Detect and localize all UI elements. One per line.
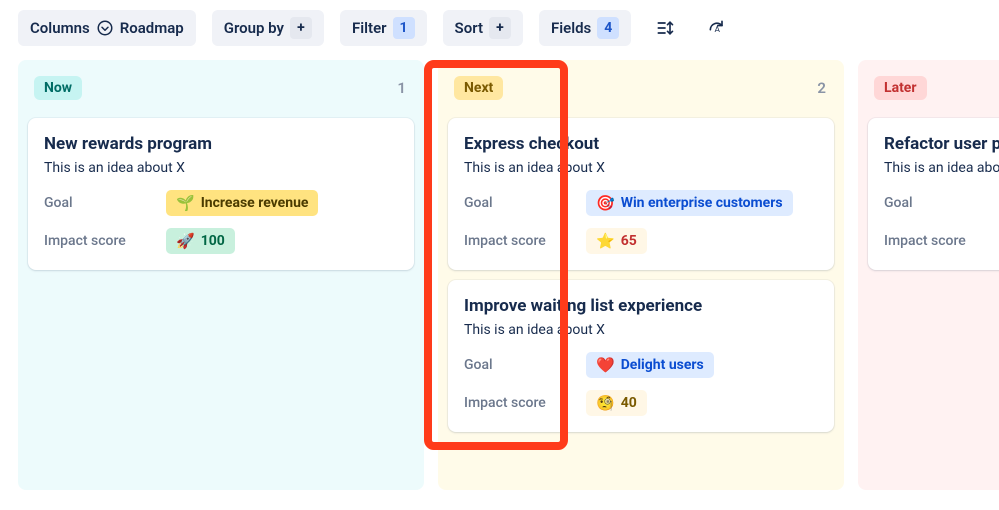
impact-label: Impact score bbox=[464, 395, 574, 411]
impact-score: 100 bbox=[201, 233, 225, 249]
impact-label: Impact score bbox=[44, 233, 154, 249]
field-row-impact: Impact score 🚀 100 bbox=[44, 224, 398, 258]
columns-label: Columns bbox=[30, 19, 90, 37]
star-icon: ⭐ bbox=[596, 232, 615, 250]
group-by-button[interactable]: Group by + bbox=[212, 10, 324, 46]
target-icon: 🎯 bbox=[596, 194, 615, 212]
field-row-impact: Impact score 🧐 bbox=[884, 224, 999, 258]
field-row-goal: Goal ❤️ Delight users bbox=[464, 348, 818, 382]
monocle-icon: 🧐 bbox=[596, 394, 615, 412]
column-header: Later bbox=[868, 68, 999, 108]
column-header: Now 1 bbox=[28, 68, 414, 108]
plus-icon: + bbox=[489, 17, 511, 39]
fields-button[interactable]: Fields 4 bbox=[539, 10, 631, 46]
card[interactable]: New rewards program This is an idea abou… bbox=[28, 118, 414, 270]
impact-tag[interactable]: 🚀 100 bbox=[166, 228, 235, 254]
field-row-goal: Goal 🌱 Increase revenue bbox=[44, 186, 398, 220]
impact-score: 65 bbox=[621, 233, 637, 249]
group-by-label: Group by bbox=[224, 19, 284, 37]
goal-tag[interactable]: 🎯 Win enterprise customers bbox=[586, 190, 793, 216]
field-row-goal: Goal 🏆 bbox=[884, 186, 999, 220]
card[interactable]: Refactor user p This is an idea about Go… bbox=[868, 118, 999, 270]
card-title: Improve waiting list experience bbox=[464, 296, 818, 316]
card[interactable]: Improve waiting list experience This is … bbox=[448, 280, 834, 432]
field-row-impact: Impact score ⭐ 65 bbox=[464, 224, 818, 258]
impact-label: Impact score bbox=[464, 233, 574, 249]
goal-text: Increase revenue bbox=[201, 195, 309, 211]
impact-tag[interactable]: ⭐ 65 bbox=[586, 228, 647, 254]
autofill-button[interactable]: A bbox=[699, 10, 735, 46]
chevron-down-icon bbox=[96, 19, 114, 37]
seedling-icon: 🌱 bbox=[176, 194, 195, 212]
stage-pill[interactable]: Next bbox=[454, 76, 503, 100]
goal-tag[interactable]: 🌱 Increase revenue bbox=[166, 190, 318, 216]
card-title: Refactor user p bbox=[884, 134, 999, 154]
columns-button[interactable]: Columns Roadmap bbox=[18, 10, 196, 46]
card-description: This is an idea about bbox=[884, 160, 999, 176]
column-count: 1 bbox=[397, 79, 406, 97]
field-row-goal: Goal 🎯 Win enterprise customers bbox=[464, 186, 818, 220]
impact-tag[interactable]: 🧐 40 bbox=[586, 390, 647, 416]
row-height-button[interactable] bbox=[647, 10, 683, 46]
filter-button[interactable]: Filter 1 bbox=[340, 10, 427, 46]
stage-pill[interactable]: Later bbox=[874, 76, 927, 100]
goal-label: Goal bbox=[44, 195, 154, 211]
filter-count-badge: 1 bbox=[393, 17, 415, 39]
column-later[interactable]: Later Refactor user p This is an idea ab… bbox=[858, 60, 999, 490]
column-count: 2 bbox=[817, 79, 826, 97]
goal-tag[interactable]: ❤️ Delight users bbox=[586, 352, 714, 378]
field-row-impact: Impact score 🧐 40 bbox=[464, 386, 818, 420]
card-description: This is an idea about X bbox=[44, 160, 398, 176]
toolbar: Columns Roadmap Group by + Filter 1 Sort… bbox=[18, 6, 981, 50]
card-description: This is an idea about X bbox=[464, 322, 818, 338]
card-title: Express checkout bbox=[464, 134, 818, 154]
filter-label: Filter bbox=[352, 19, 387, 37]
card[interactable]: Express checkout This is an idea about X… bbox=[448, 118, 834, 270]
board: Now 1 New rewards program This is an ide… bbox=[18, 60, 981, 490]
goal-label: Goal bbox=[884, 195, 994, 211]
goal-text: Win enterprise customers bbox=[621, 195, 783, 211]
column-header: Next 2 bbox=[448, 68, 834, 108]
fields-label: Fields bbox=[551, 19, 591, 37]
impact-label: Impact score bbox=[884, 233, 994, 249]
goal-label: Goal bbox=[464, 195, 574, 211]
column-now[interactable]: Now 1 New rewards program This is an ide… bbox=[18, 60, 424, 490]
svg-text:A: A bbox=[715, 25, 721, 35]
stage-pill[interactable]: Now bbox=[34, 76, 82, 100]
fields-count-badge: 4 bbox=[597, 17, 619, 39]
heart-icon: ❤️ bbox=[596, 356, 615, 374]
goal-text: Delight users bbox=[621, 357, 704, 373]
plus-icon: + bbox=[290, 17, 312, 39]
card-title: New rewards program bbox=[44, 134, 398, 154]
columns-view-name: Roadmap bbox=[120, 19, 184, 37]
rocket-icon: 🚀 bbox=[176, 232, 195, 250]
card-description: This is an idea about X bbox=[464, 160, 818, 176]
column-next[interactable]: Next 2 Express checkout This is an idea … bbox=[438, 60, 844, 490]
impact-score: 40 bbox=[621, 395, 637, 411]
sort-button[interactable]: Sort + bbox=[443, 10, 523, 46]
sort-label: Sort bbox=[455, 19, 483, 37]
goal-label: Goal bbox=[464, 357, 574, 373]
